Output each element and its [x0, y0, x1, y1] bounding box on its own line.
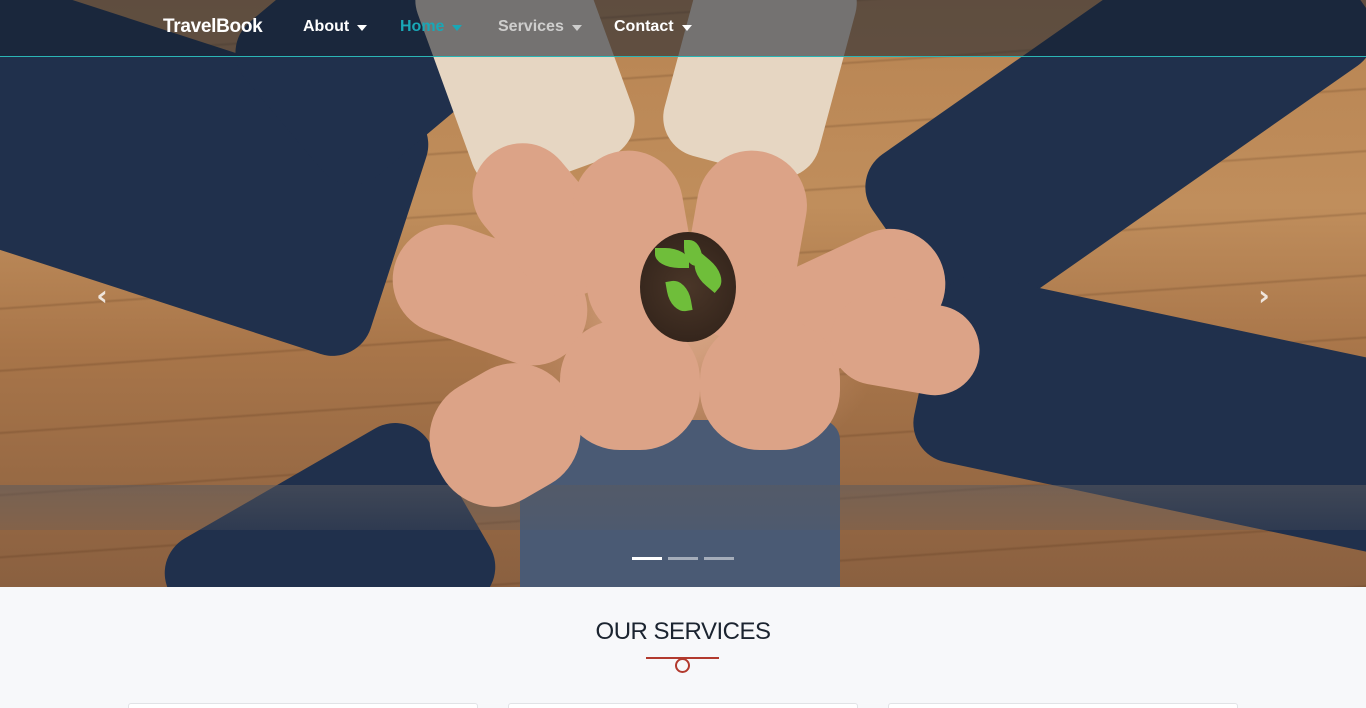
- hero-image-hand: [700, 320, 840, 450]
- carousel-indicator[interactable]: [668, 557, 698, 560]
- hero-carousel: ‹ ›: [0, 0, 1366, 587]
- carousel-prev-button[interactable]: ‹: [87, 278, 117, 312]
- caret-down-icon: [571, 25, 582, 31]
- service-card[interactable]: [888, 703, 1238, 708]
- nav-item-about[interactable]: About: [303, 18, 368, 36]
- carousel-indicator[interactable]: [632, 557, 662, 560]
- caret-down-icon: [452, 25, 463, 31]
- nav-item-contact[interactable]: Contact: [614, 18, 692, 36]
- hero-image-stripe: [0, 485, 1366, 530]
- carousel-next-button[interactable]: ›: [1249, 278, 1279, 312]
- nav-item-label: About: [303, 18, 350, 35]
- divider-circle-icon: [675, 658, 690, 673]
- carousel-indicators: [632, 557, 734, 560]
- caret-down-icon: [681, 25, 692, 31]
- services-section-title: OUR SERVICES: [595, 618, 771, 645]
- service-card[interactable]: [128, 703, 478, 708]
- nav-item-home[interactable]: Home: [400, 18, 463, 36]
- chevron-right-icon: ›: [1258, 278, 1270, 312]
- nav-item-label: Home: [400, 18, 445, 35]
- chevron-left-icon: ‹: [96, 278, 108, 312]
- top-navbar: TravelBook About Home Services Contact: [0, 0, 1366, 57]
- nav-item-label: Services: [498, 18, 564, 35]
- brand-logo[interactable]: TravelBook: [163, 16, 263, 38]
- carousel-indicator[interactable]: [704, 557, 734, 560]
- service-card[interactable]: [508, 703, 858, 708]
- caret-down-icon: [357, 25, 368, 31]
- nav-item-services[interactable]: Services: [498, 18, 582, 36]
- nav-item-label: Contact: [614, 18, 674, 35]
